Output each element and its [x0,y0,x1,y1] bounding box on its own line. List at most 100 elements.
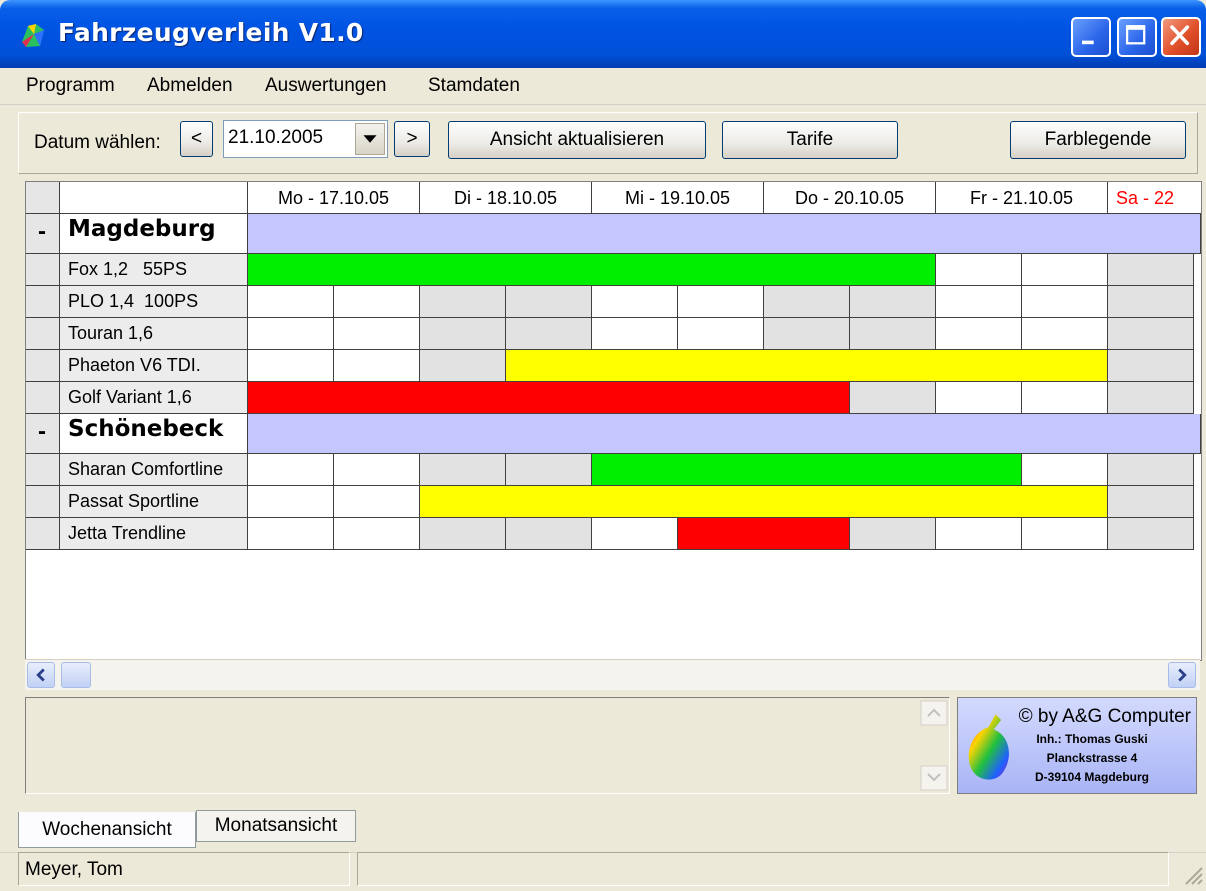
booking-cell[interactable] [850,286,936,318]
day-header[interactable]: Di - 18.10.05 [420,182,592,214]
booking-cell[interactable] [678,318,764,350]
booking-cell[interactable] [1108,286,1194,318]
booking-cell[interactable] [248,486,334,518]
title-bar[interactable]: Fahrzeugverleih V1.0 [0,0,1206,68]
booking-cell[interactable] [936,286,1022,318]
booking-cell[interactable] [506,454,592,486]
minimize-button[interactable] [1071,17,1111,57]
booking-cell[interactable] [248,518,334,550]
scroll-thumb[interactable] [61,662,91,688]
scroll-left-button[interactable] [27,662,55,688]
booking-cell[interactable] [506,518,592,550]
booking-cell[interactable] [420,286,506,318]
booking-bar[interactable] [248,254,936,286]
booking-cell[interactable] [506,318,592,350]
booking-cell[interactable] [764,286,850,318]
tariffs-button[interactable]: Tarife [722,121,898,159]
booking-cell[interactable] [936,318,1022,350]
row-selector[interactable] [26,518,60,550]
menu-auswertungen[interactable]: Auswertungen [265,75,386,97]
maximize-button[interactable] [1117,17,1157,57]
row-selector[interactable] [26,318,60,350]
booking-cell[interactable] [506,286,592,318]
booking-cell[interactable] [1108,454,1194,486]
booking-cell[interactable] [420,454,506,486]
row-selector[interactable] [26,486,60,518]
booking-cell[interactable] [334,286,420,318]
row-selector[interactable] [26,254,60,286]
refresh-view-button[interactable]: Ansicht aktualisieren [448,121,706,159]
booking-cell[interactable] [1108,518,1194,550]
booking-cell[interactable] [592,518,678,550]
group-toggle[interactable]: - [26,214,60,254]
booking-cell[interactable] [420,350,506,382]
vehicle-name-cell[interactable]: PLO 1,4 100PS [60,286,248,318]
day-header[interactable]: Do - 20.10.05 [764,182,936,214]
booking-cell[interactable] [936,382,1022,414]
booking-cell[interactable] [1022,382,1108,414]
booking-cell[interactable] [248,318,334,350]
group-toggle[interactable]: - [26,414,60,454]
booking-cell[interactable] [1108,350,1194,382]
date-picker[interactable]: 21.10.2005 [223,120,388,158]
horizontal-scrollbar[interactable] [25,659,1200,690]
booking-cell[interactable] [592,286,678,318]
tab-month-view[interactable]: Monatsansicht [196,810,356,842]
booking-cell[interactable] [764,318,850,350]
day-header[interactable]: Sa - 22 [1108,182,1201,214]
booking-cell[interactable] [334,350,420,382]
row-selector[interactable] [26,454,60,486]
booking-cell[interactable] [334,518,420,550]
vehicle-name-cell[interactable]: Fox 1,2 55PS [60,254,248,286]
day-header[interactable]: Mo - 17.10.05 [248,182,420,214]
booking-cell[interactable] [678,286,764,318]
booking-cell[interactable] [420,318,506,350]
booking-bar[interactable] [420,486,1108,518]
booking-bar[interactable] [678,518,850,550]
menu-abmelden[interactable]: Abmelden [147,75,233,97]
resize-grip-icon[interactable] [1180,862,1204,886]
booking-cell[interactable] [1022,454,1108,486]
booking-cell[interactable] [1022,518,1108,550]
booking-grid[interactable]: Mo - 17.10.05 Di - 18.10.05 Mi - 19.10.05 D… [25,181,1202,661]
day-header[interactable]: Fr - 21.10.05 [936,182,1108,214]
booking-cell[interactable] [1022,286,1108,318]
booking-cell[interactable] [248,286,334,318]
booking-cell[interactable] [248,350,334,382]
vehicle-name-cell[interactable]: Phaeton V6 TDI. [60,350,248,382]
notes-scrollbar[interactable] [920,700,948,792]
booking-cell[interactable] [936,254,1022,286]
booking-cell[interactable] [1108,318,1194,350]
prev-date-button[interactable]: < [180,121,213,157]
vehicle-name-cell[interactable]: Touran 1,6 [60,318,248,350]
booking-cell[interactable] [1022,318,1108,350]
booking-bar[interactable] [592,454,1022,486]
vehicle-name-cell[interactable]: Sharan Comfortline [60,454,248,486]
booking-cell[interactable] [248,454,334,486]
booking-cell[interactable] [1022,254,1108,286]
menu-stamdaten[interactable]: Stamdaten [428,75,520,97]
booking-cell[interactable] [1108,382,1194,414]
booking-bar[interactable] [248,382,850,414]
next-date-button[interactable]: > [394,121,430,157]
booking-cell[interactable] [1108,254,1194,286]
booking-cell[interactable] [592,318,678,350]
booking-cell[interactable] [334,454,420,486]
color-legend-button[interactable]: Farblegende [1010,121,1186,159]
close-button[interactable] [1161,17,1201,57]
vehicle-name-cell[interactable]: Jetta Trendline [60,518,248,550]
vehicle-name-cell[interactable]: Passat Sportline [60,486,248,518]
tab-week-view[interactable]: Wochenansicht [18,812,196,848]
booking-cell[interactable] [850,518,936,550]
day-header[interactable]: Mi - 19.10.05 [592,182,764,214]
booking-cell[interactable] [936,518,1022,550]
booking-cell[interactable] [1108,486,1194,518]
scroll-right-button[interactable] [1168,662,1196,688]
booking-cell[interactable] [850,382,936,414]
vehicle-name-cell[interactable]: Golf Variant 1,6 [60,382,248,414]
booking-cell[interactable] [420,518,506,550]
row-selector[interactable] [26,382,60,414]
row-selector[interactable] [26,350,60,382]
notes-area[interactable] [25,697,950,794]
booking-cell[interactable] [334,318,420,350]
